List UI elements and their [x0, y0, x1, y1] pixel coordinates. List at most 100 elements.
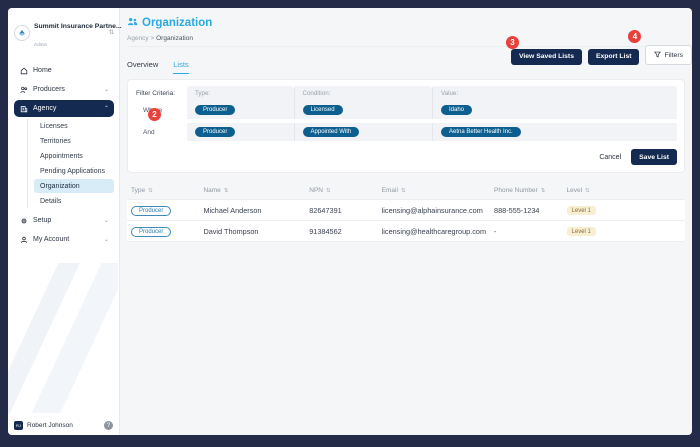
chevron-down-icon: ⌄	[104, 238, 109, 242]
filter-criteria-card: Filter Criteria: 2 Type: Condition: Valu…	[127, 79, 685, 173]
org-header: Summit Insurance Partne... Admin ⇅	[8, 8, 119, 56]
main-content: Organization Agency > Organization 3 Vie…	[120, 8, 692, 435]
type-pill: Producer	[131, 206, 171, 216]
export-list-button[interactable]: Export List	[588, 49, 640, 65]
sidebar-item-my-account[interactable]: My Account ⌄	[14, 231, 114, 248]
step-3-badge: 3	[506, 36, 519, 49]
breadcrumb-current: Organization	[156, 35, 193, 42]
cell-npn: 82647391	[305, 200, 377, 221]
sidebar-item-producers[interactable]: Producers ⌄	[14, 81, 114, 98]
app-container: Summit Insurance Partne... Admin ⇅ Home	[8, 8, 692, 435]
save-list-button[interactable]: Save List	[631, 149, 677, 165]
breadcrumb: Agency > Organization	[127, 35, 685, 42]
filter-connector: Where	[135, 101, 187, 119]
sidebar-item-territories[interactable]: Territories	[34, 134, 114, 148]
avatar: RJ	[14, 421, 23, 430]
sidebar-item-licenses[interactable]: Licenses	[34, 119, 114, 133]
page-header: Organization Agency > Organization	[127, 8, 685, 47]
filter-col-type: Type:	[187, 86, 294, 101]
filter-chip-condition[interactable]: Licensed	[303, 105, 343, 115]
col-header-name[interactable]: Name⇅	[199, 183, 305, 200]
chevron-down-icon: ⌄	[104, 88, 109, 92]
col-header-type[interactable]: Type⇅	[127, 183, 199, 200]
header-actions: 3 View Saved Lists 4 Export List Filters	[511, 45, 692, 65]
level-badge: Level 1	[567, 206, 596, 215]
sort-icon[interactable]: ⇅	[401, 188, 406, 194]
col-header-phone[interactable]: Phone Number⇅	[490, 183, 562, 200]
sidebar-item-label: Setup	[33, 217, 51, 224]
sort-icon[interactable]: ⇅	[148, 188, 153, 194]
filter-row-and: And Producer Appointed With Aetna Better…	[135, 123, 677, 141]
filter-chip-value[interactable]: Idaho	[441, 105, 472, 115]
chevron-down-icon: ⌄	[104, 219, 109, 223]
sidebar-item-setup[interactable]: Setup ⌄	[14, 212, 114, 229]
filter-chip-type[interactable]: Producer	[195, 105, 235, 115]
cell-phone: 888-555-1234	[490, 200, 562, 221]
cancel-button[interactable]: Cancel	[599, 154, 621, 161]
cell-email: licensing@healthcaregroup.com	[378, 221, 490, 242]
sidebar: Summit Insurance Partne... Admin ⇅ Home	[8, 8, 120, 435]
results-table: Type⇅ Name⇅ NPN⇅ Email⇅ Phone Number⇅ Le…	[127, 183, 685, 242]
filter-funnel-icon	[654, 51, 661, 60]
col-header-level[interactable]: Level⇅	[563, 183, 685, 200]
breadcrumb-parent[interactable]: Agency	[127, 35, 149, 42]
sidebar-item-label: Agency	[33, 105, 56, 112]
collapse-sidebar-icon[interactable]: ⇅	[109, 29, 114, 36]
cell-name: Michael Anderson	[199, 200, 305, 221]
sidebar-item-agency[interactable]: Agency ⌃	[14, 100, 114, 117]
tab-lists[interactable]: Lists	[173, 60, 188, 74]
breadcrumb-separator: >	[151, 35, 155, 42]
account-icon	[19, 235, 28, 244]
view-saved-lists-button[interactable]: View Saved Lists	[511, 49, 582, 65]
sort-icon[interactable]: ⇅	[326, 188, 331, 194]
sidebar-item-label: Home	[33, 67, 52, 74]
table-header-row: Type⇅ Name⇅ NPN⇅ Email⇅ Phone Number⇅ Le…	[127, 183, 685, 200]
filter-chip-value[interactable]: Aetna Better Health Inc.	[441, 127, 521, 137]
chevron-up-icon: ⌃	[104, 107, 109, 111]
sidebar-decoration	[8, 263, 118, 413]
org-role: Admin	[34, 42, 47, 47]
sidebar-item-pending-applications[interactable]: Pending Applications	[34, 164, 114, 178]
user-row[interactable]: RJ Robert Johnson ?	[14, 421, 113, 430]
col-header-email[interactable]: Email⇅	[378, 183, 490, 200]
company-logo-icon	[14, 25, 30, 41]
window-frame: Summit Insurance Partne... Admin ⇅ Home	[0, 0, 700, 447]
filter-column-headers: Type: Condition: Value:	[135, 86, 677, 101]
help-icon[interactable]: ?	[104, 421, 113, 430]
sidebar-item-organization[interactable]: Organization	[34, 179, 114, 193]
sort-icon[interactable]: ⇅	[224, 188, 229, 194]
cell-email: licensing@alphainsurance.com	[378, 200, 490, 221]
filter-criteria-title: Filter Criteria:	[136, 90, 175, 97]
title-row: Organization	[127, 14, 685, 32]
home-icon	[19, 66, 28, 75]
sort-icon[interactable]: ⇅	[585, 188, 590, 194]
filter-row-where: Where Producer Licensed Idaho	[135, 101, 677, 119]
table-row[interactable]: Producer David Thompson 91384562 licensi…	[127, 221, 685, 242]
agency-icon	[19, 104, 28, 113]
tab-overview[interactable]: Overview	[127, 60, 158, 74]
filter-chip-condition[interactable]: Appointed With	[303, 127, 360, 137]
table-row[interactable]: Producer Michael Anderson 82647391 licen…	[127, 200, 685, 221]
setup-icon	[19, 216, 28, 225]
sidebar-item-details[interactable]: Details	[34, 194, 114, 208]
type-pill: Producer	[131, 227, 171, 237]
filter-col-value: Value:	[432, 86, 677, 101]
org-info: Summit Insurance Partne... Admin	[34, 15, 105, 50]
cell-name: David Thompson	[199, 221, 305, 242]
page-title: Organization	[142, 17, 212, 29]
sidebar-item-home[interactable]: Home	[14, 62, 114, 79]
filter-chip-type[interactable]: Producer	[195, 127, 235, 137]
agency-subnav: Licenses Territories Appointments Pendin…	[27, 119, 114, 208]
user-name: Robert Johnson	[27, 422, 73, 429]
col-header-npn[interactable]: NPN⇅	[305, 183, 377, 200]
producers-icon	[19, 85, 28, 94]
filter-connector: And	[135, 123, 187, 141]
filter-actions: Cancel Save List	[135, 149, 677, 165]
level-badge: Level 1	[567, 227, 596, 236]
sidebar-item-label: My Account	[33, 236, 69, 243]
sort-icon[interactable]: ⇅	[541, 188, 546, 194]
cell-phone: -	[490, 221, 562, 242]
sidebar-item-appointments[interactable]: Appointments	[34, 149, 114, 163]
filters-button[interactable]: Filters	[645, 45, 692, 65]
filter-col-condition: Condition:	[294, 86, 432, 101]
